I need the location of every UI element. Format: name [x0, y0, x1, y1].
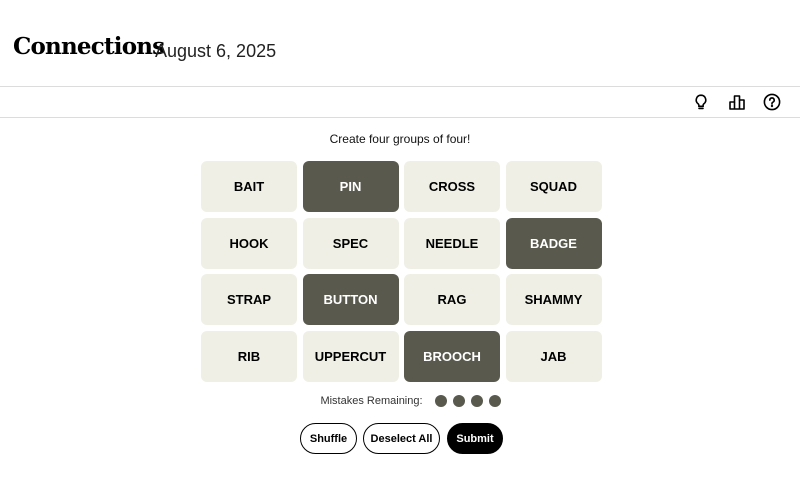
- instructions: Create four groups of four!: [329, 132, 471, 146]
- word-tile[interactable]: RAG: [404, 274, 500, 325]
- toolbar: [0, 87, 800, 118]
- help-icon[interactable]: [763, 93, 781, 111]
- word-tile[interactable]: JAB: [505, 330, 602, 382]
- submit-button[interactable]: Submit: [447, 423, 503, 454]
- word-tile[interactable]: CROSS: [404, 161, 500, 212]
- word-tile[interactable]: BUTTON: [302, 274, 399, 325]
- mistake-dot: [434, 395, 447, 407]
- word-tile[interactable]: SQUAD: [505, 161, 602, 212]
- deselect-all-button[interactable]: Deselect All: [363, 423, 440, 454]
- word-tile[interactable]: RIB: [201, 330, 297, 382]
- mistakes-remaining: Mistakes Remaining:: [0, 395, 800, 407]
- header: Connections August 6, 2025: [0, 0, 800, 87]
- mistakes-label: Mistakes Remaining:: [320, 395, 423, 407]
- word-tile[interactable]: BAIT: [201, 161, 297, 212]
- word-tile[interactable]: STRAP: [201, 274, 297, 325]
- word-tile[interactable]: NEEDLE: [404, 217, 500, 269]
- game-title: Connections: [13, 33, 165, 60]
- word-grid: BAIT PIN CROSS SQUAD HOOK SPEC NEEDLE BADGE STRA…: [201, 161, 602, 382]
- word-tile[interactable]: BADGE: [505, 217, 602, 269]
- shuffle-button[interactable]: Shuffle: [300, 423, 357, 454]
- word-tile[interactable]: SHAMMY: [505, 274, 602, 325]
- word-tile[interactable]: HOOK: [201, 217, 297, 269]
- lightbulb-icon[interactable]: [692, 93, 710, 111]
- mistake-dot: [470, 395, 483, 407]
- mistake-dot: [452, 395, 465, 407]
- mistake-dots: [432, 395, 504, 407]
- word-tile[interactable]: BROOCH: [404, 330, 500, 382]
- word-tile[interactable]: SPEC: [302, 217, 399, 269]
- puzzle-date: August 6, 2025: [155, 41, 277, 61]
- word-tile[interactable]: UPPERCUT: [302, 330, 399, 382]
- mistake-dot: [488, 395, 501, 407]
- word-tile[interactable]: PIN: [302, 161, 399, 212]
- leaderboard-icon[interactable]: [728, 93, 746, 111]
